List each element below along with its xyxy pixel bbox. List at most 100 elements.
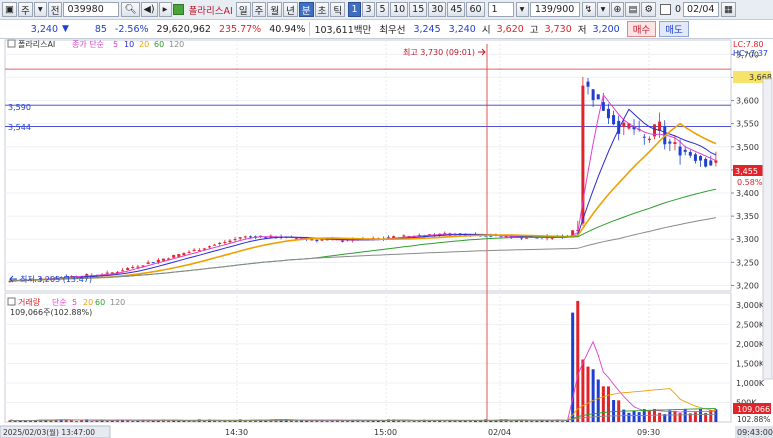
buy-button[interactable]: 매수 bbox=[626, 21, 657, 37]
volume-bar bbox=[473, 420, 477, 422]
reference-label: 3,544 bbox=[8, 123, 31, 132]
volume-ma-label: 단순 bbox=[52, 297, 67, 307]
candle-body bbox=[156, 259, 160, 263]
volume-bar bbox=[530, 420, 534, 422]
calendar-icon[interactable]: ▦ bbox=[721, 2, 737, 17]
period-button-4[interactable]: 분 bbox=[298, 2, 314, 17]
high-annotation: 최고 3,730 (09:01) bbox=[403, 47, 475, 57]
candle-body bbox=[151, 262, 155, 264]
candle-body bbox=[699, 156, 703, 161]
interval-button-7[interactable]: 60 bbox=[466, 2, 485, 17]
volume-ma-period: 5 bbox=[72, 298, 77, 307]
volume-bar bbox=[596, 379, 600, 422]
high-label: 고 bbox=[529, 25, 539, 36]
price-ma-period: 10 bbox=[124, 40, 134, 49]
volume-legend-name: 거래량 bbox=[18, 297, 41, 307]
save-icon[interactable]: ▤ bbox=[625, 2, 641, 17]
checkbox[interactable] bbox=[660, 4, 671, 15]
layout-icon[interactable]: ▣ bbox=[2, 2, 17, 17]
candle-body bbox=[228, 240, 232, 243]
volume-bar bbox=[647, 410, 651, 422]
candle-body bbox=[612, 115, 616, 125]
period-button-6[interactable]: 틱 bbox=[330, 2, 346, 17]
chevron-down-icon[interactable]: ▾ bbox=[33, 2, 47, 17]
candle-body bbox=[182, 253, 186, 256]
candle-body bbox=[315, 240, 319, 242]
chevron-down-icon[interactable]: ▾ bbox=[596, 2, 610, 17]
candle-body bbox=[678, 146, 682, 156]
price-tick-label: 3,600 bbox=[736, 97, 759, 106]
date-field[interactable]: 02/04 bbox=[683, 2, 720, 17]
volume-bar bbox=[325, 420, 329, 422]
best-bid: 3,240 bbox=[448, 23, 476, 35]
price-change: 85 bbox=[94, 23, 107, 35]
volume-ratio: 235.77% bbox=[218, 23, 262, 35]
interval-button-5[interactable]: 30 bbox=[428, 2, 447, 17]
period-button-3[interactable]: 년 bbox=[283, 2, 298, 17]
type-toggle[interactable]: 주 bbox=[17, 2, 33, 17]
chart-toolbar: ▣ 주 ▾ 전 039980 🔍︎ ◀) ▸ 폴라리스AI 일주월년분초틱 13… bbox=[0, 0, 773, 20]
interval-button-1[interactable]: 3 bbox=[362, 2, 376, 17]
interval-button-4[interactable]: 15 bbox=[409, 2, 428, 17]
scrollbar bbox=[762, 78, 773, 380]
volume-bar bbox=[678, 413, 682, 422]
period-button-1[interactable]: 주 bbox=[251, 2, 267, 17]
stock-name: 폴라리스AI bbox=[188, 5, 233, 17]
candle-body bbox=[320, 239, 324, 241]
volume-tick-label: 1,000K bbox=[736, 379, 765, 388]
volume-bar bbox=[136, 420, 140, 422]
candle-body bbox=[243, 236, 247, 238]
volume-bar bbox=[402, 420, 406, 422]
volume-bar bbox=[90, 421, 94, 422]
period-button-5[interactable]: 초 bbox=[314, 2, 330, 17]
candle-body bbox=[192, 249, 196, 251]
candle-body bbox=[213, 244, 217, 246]
candle-body bbox=[591, 89, 595, 101]
open-price: 3,620 bbox=[496, 23, 524, 35]
sell-button[interactable]: 매도 bbox=[659, 21, 689, 37]
interval-button-3[interactable]: 10 bbox=[390, 2, 409, 17]
period-button-2[interactable]: 월 bbox=[267, 2, 283, 17]
candle-body bbox=[248, 236, 252, 238]
candle-body bbox=[606, 108, 610, 119]
price-ma-period: 120 bbox=[169, 40, 184, 49]
candle-body bbox=[596, 94, 600, 100]
stock-code-input[interactable]: 039980 bbox=[63, 2, 120, 17]
price-tick-label: 3,350 bbox=[736, 212, 759, 221]
volume-bar bbox=[376, 420, 380, 422]
low-label: 저 bbox=[577, 25, 587, 36]
time-tick-label: 14:30 bbox=[225, 428, 248, 437]
chevron-down-icon[interactable]: ▾ bbox=[515, 2, 529, 17]
interval-select[interactable]: 1 bbox=[487, 2, 514, 17]
step-icon[interactable]: ▸ bbox=[158, 2, 172, 17]
current-change-label: 0.58% bbox=[737, 178, 763, 187]
price-tick-label: 3,550 bbox=[736, 120, 759, 129]
chart-tool-icon[interactable]: ↯ bbox=[581, 2, 596, 17]
volume-bar bbox=[289, 420, 293, 422]
price-ma-period: 5 bbox=[113, 40, 118, 49]
volume-bar bbox=[213, 420, 217, 422]
market-toggle[interactable]: 전 bbox=[47, 2, 63, 17]
volume-bar bbox=[182, 420, 186, 422]
volume-bar bbox=[560, 421, 564, 422]
sound-icon[interactable]: ◀) bbox=[140, 2, 158, 17]
search-icon[interactable]: 🔍︎ bbox=[121, 2, 140, 17]
interval-button-2[interactable]: 5 bbox=[376, 2, 390, 17]
volume-bar bbox=[131, 421, 135, 422]
volume-bar bbox=[693, 412, 697, 422]
hc-label: HC:-7.37 bbox=[733, 49, 768, 58]
volume-bar bbox=[658, 412, 662, 422]
stock-chart[interactable]: 3,7003,6503,6003,5503,5003,4503,4003,350… bbox=[0, 39, 773, 438]
interval-button-0[interactable]: 1 bbox=[348, 2, 362, 17]
interval-button-6[interactable]: 45 bbox=[447, 2, 466, 17]
period-button-0[interactable]: 일 bbox=[235, 2, 251, 17]
settings-icon[interactable]: ⚙ bbox=[641, 2, 656, 17]
price-ma-period: 20 bbox=[139, 40, 149, 49]
current-price: 3,240 bbox=[30, 23, 58, 35]
volume-bar bbox=[371, 420, 375, 422]
zoom-icon[interactable]: ⊕ bbox=[610, 2, 625, 17]
candle-body bbox=[525, 237, 529, 239]
best-price-label: 최우선 bbox=[379, 25, 406, 36]
volume-ma-period: 20 bbox=[83, 298, 93, 307]
candle-body bbox=[586, 81, 590, 87]
